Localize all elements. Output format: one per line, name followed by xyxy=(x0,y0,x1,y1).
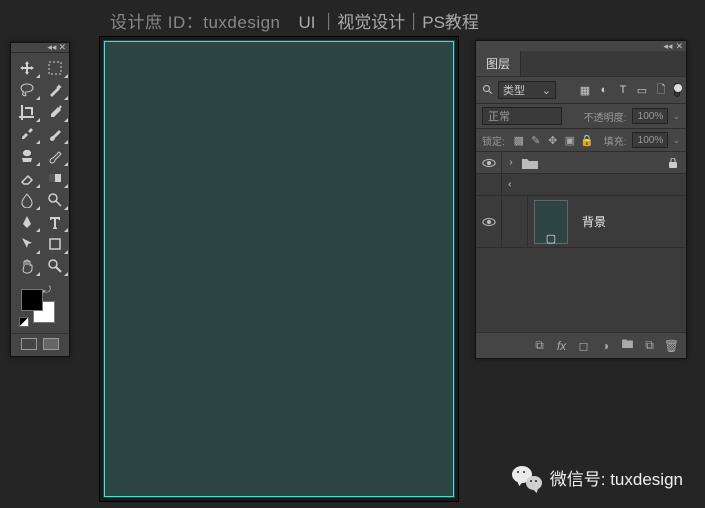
default-colors-icon[interactable] xyxy=(19,317,29,327)
wechat-watermark: 微信号: tuxdesign xyxy=(512,464,683,490)
link-column xyxy=(502,196,528,247)
screen-mode-full[interactable] xyxy=(43,338,59,350)
collapse-left-icon[interactable]: ◂◂ xyxy=(663,41,672,52)
blend-mode-select[interactable]: 正常 xyxy=(482,107,562,125)
layer-mask-icon[interactable]: ◻ xyxy=(577,339,590,352)
fill-input[interactable]: 100% xyxy=(632,132,668,148)
header-tags: UI ｜视觉设计｜PS教程 xyxy=(299,8,479,33)
healing-brush-tool[interactable] xyxy=(13,123,41,145)
lock-artboard-icon[interactable]: ▣ xyxy=(564,134,576,146)
visibility-toggle[interactable] xyxy=(476,196,502,247)
document-window xyxy=(99,36,459,502)
layer-thumbnail[interactable]: ▢ xyxy=(534,200,568,244)
clone-stamp-tool[interactable] xyxy=(13,145,41,167)
layers-footer: ⧉ fx ◻ ◑ 🖿 ⧉ 🗑 xyxy=(476,332,686,358)
chevron-down-icon[interactable]: ⌄ xyxy=(672,111,680,122)
layers-tabs: 图层 xyxy=(476,51,686,76)
wechat-icon xyxy=(512,464,542,490)
filter-pixel-icon[interactable]: ▦ xyxy=(578,83,592,97)
gradient-tool[interactable] xyxy=(41,167,69,189)
adjustment-layer-icon[interactable]: ◑ xyxy=(599,339,612,352)
lock-row: 锁定: ▩ ✎ ✥ ▣ 🔒 填充: 100% ⌄ xyxy=(476,129,686,152)
marquee-tool[interactable] xyxy=(41,57,69,79)
chevron-down-icon: ⌄ xyxy=(542,84,551,97)
author-label: 设计庶 ID：tuxdesign xyxy=(110,8,281,33)
visibility-toggle[interactable] xyxy=(476,174,502,195)
eraser-tool[interactable] xyxy=(13,167,41,189)
toolbox-header[interactable]: ◂◂ ✕ xyxy=(11,43,69,53)
search-icon[interactable] xyxy=(482,84,494,96)
fill-label: 填充: xyxy=(604,133,627,148)
quickmask-row xyxy=(11,333,69,356)
filter-type-label: 类型 xyxy=(503,82,525,98)
lock-icon xyxy=(668,158,678,168)
path-select-tool[interactable] xyxy=(13,233,41,255)
magic-wand-tool[interactable] xyxy=(41,79,69,101)
author-id: tuxdesign xyxy=(203,13,280,32)
new-layer-icon[interactable]: ⧉ xyxy=(643,339,656,352)
canvas-area[interactable] xyxy=(104,41,454,497)
new-group-icon[interactable]: 🖿 xyxy=(621,339,634,352)
folder-icon xyxy=(522,157,538,169)
lock-all-icon[interactable]: 🔒 xyxy=(581,134,593,146)
watermark-header: 设计庶 ID：tuxdesign UI ｜视觉设计｜PS教程 xyxy=(0,8,705,33)
blend-mode-label: 正常 xyxy=(488,108,510,124)
layer-name[interactable]: 背景 xyxy=(582,213,606,230)
filter-smart-icon[interactable]: 🗋 xyxy=(654,83,668,97)
link-layers-icon[interactable]: ⧉ xyxy=(533,339,546,352)
lock-position-icon[interactable]: ✥ xyxy=(547,134,559,146)
chevron-down-icon[interactable]: ⌄ xyxy=(506,176,517,194)
tab-layers[interactable]: 图层 xyxy=(476,51,521,76)
dodge-tool[interactable] xyxy=(41,189,69,211)
lock-pixels-icon[interactable]: ▩ xyxy=(513,134,525,146)
type-tool[interactable] xyxy=(41,211,69,233)
opacity-input[interactable]: 100% xyxy=(632,108,668,124)
collapse-left-icon[interactable]: ◂◂ xyxy=(47,43,56,52)
filter-type-icon[interactable]: T xyxy=(616,83,630,97)
lock-label: 锁定: xyxy=(482,133,505,148)
color-swatches[interactable]: ⤾ xyxy=(17,285,63,329)
author-prefix: 设计庶 ID： xyxy=(110,13,203,32)
filter-type-select[interactable]: 类型 ⌄ xyxy=(498,81,556,99)
layer-fx-icon[interactable]: fx xyxy=(555,339,568,352)
lasso-tool[interactable] xyxy=(13,79,41,101)
close-icon[interactable]: ✕ xyxy=(675,41,683,52)
foreground-swatch[interactable] xyxy=(21,289,43,311)
history-brush-tool[interactable] xyxy=(41,145,69,167)
move-tool[interactable] xyxy=(13,57,41,79)
layer-group-row[interactable]: › xyxy=(476,152,686,174)
wechat-label: 微信号: tuxdesign xyxy=(550,465,683,490)
blend-mode-row: 正常 不透明度: 100% ⌄ xyxy=(476,104,686,129)
crop-tool[interactable] xyxy=(13,101,41,123)
hand-tool[interactable] xyxy=(13,255,41,277)
crop-icon: ▢ xyxy=(546,232,556,245)
filter-toggle[interactable] xyxy=(674,83,680,97)
chevron-right-icon[interactable]: › xyxy=(502,157,520,168)
close-icon[interactable]: ✕ xyxy=(58,43,66,52)
layer-list: › ⌄ ▢ 背景 xyxy=(476,152,686,332)
brush-tool[interactable] xyxy=(41,123,69,145)
layers-panel: ◂◂ ✕ 图层 类型 ⌄ ▦ ◐ T ▭ 🗋 正常 不透明度: 100% ⌄ 锁… xyxy=(475,40,687,359)
filter-adjust-icon[interactable]: ◐ xyxy=(597,83,611,97)
swap-colors-icon[interactable]: ⤾ xyxy=(43,285,51,296)
delete-layer-icon[interactable]: 🗑 xyxy=(665,339,678,352)
shape-tool[interactable] xyxy=(41,233,69,255)
blur-tool[interactable] xyxy=(13,189,41,211)
lock-brush-icon[interactable]: ✎ xyxy=(530,134,542,146)
visibility-toggle[interactable] xyxy=(476,152,502,173)
screen-mode-standard[interactable] xyxy=(21,338,37,350)
toolbox-panel: ◂◂ ✕ ⤾ xyxy=(10,42,70,357)
filter-shape-icon[interactable]: ▭ xyxy=(635,83,649,97)
chevron-down-icon[interactable]: ⌄ xyxy=(672,135,680,146)
layers-panel-header[interactable]: ◂◂ ✕ xyxy=(476,41,686,51)
pen-tool[interactable] xyxy=(13,211,41,233)
zoom-tool[interactable] xyxy=(41,255,69,277)
layer-filter-row: 类型 ⌄ ▦ ◐ T ▭ 🗋 xyxy=(476,76,686,104)
opacity-label: 不透明度: xyxy=(584,109,627,124)
eyedropper-tool[interactable] xyxy=(41,101,69,123)
tool-grid xyxy=(11,53,69,281)
layer-artboard-row[interactable]: ⌄ xyxy=(476,174,686,196)
layer-background-row[interactable]: ▢ 背景 xyxy=(476,196,686,248)
